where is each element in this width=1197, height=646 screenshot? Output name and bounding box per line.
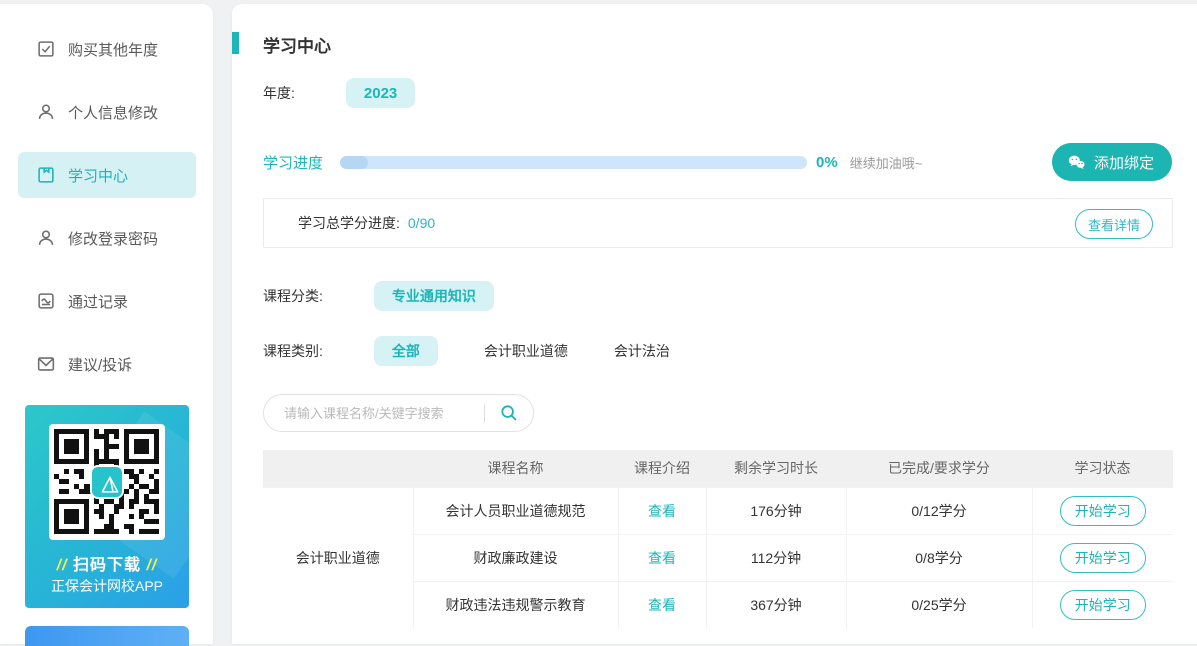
header-status: 学习状态 [1032, 450, 1173, 487]
sidebar-item-change-password[interactable]: 修改登录密码 [18, 215, 196, 261]
sidebar-item-label: 建议/投诉 [68, 354, 132, 375]
add-binding-label: 添加绑定 [1094, 152, 1154, 173]
year-row: 年度: 2023 [263, 78, 1173, 108]
course-category-pill[interactable]: 专业通用知识 [374, 281, 494, 311]
remaining-time-cell: 176分钟 [706, 487, 846, 534]
search-box [263, 394, 534, 432]
course-type-label: 课程类别: [263, 341, 323, 361]
sidebar-item-label: 购买其他年度 [68, 39, 158, 60]
header-course-intro: 课程介绍 [618, 450, 706, 487]
user-icon [35, 227, 57, 249]
progress-bar [340, 156, 807, 169]
sidebar: 购买其他年度 个人信息修改 学习中心 [0, 4, 213, 644]
course-type-option-law[interactable]: 会计法治 [614, 341, 670, 361]
app-download-promo: // 扫码下载 // 正保会计网校APP [25, 405, 189, 608]
app-name-text: 正保会计网校APP [25, 576, 189, 596]
search-input[interactable] [284, 406, 484, 421]
course-type-option-all[interactable]: 全部 [374, 336, 438, 366]
view-course-link[interactable]: 查看 [648, 597, 676, 613]
header-remaining-time: 剩余学习时长 [706, 450, 846, 487]
view-course-link[interactable]: 查看 [648, 503, 676, 519]
credits-cell: 0/25学分 [846, 581, 1032, 628]
progress-row: 学习进度 0% 继续加油哦~ 添加绑定 [263, 143, 1173, 181]
bookmark-icon [35, 164, 57, 186]
sidebar-item-profile-edit[interactable]: 个人信息修改 [18, 89, 196, 135]
course-name-cell: 财政廉政建设 [413, 534, 618, 581]
remaining-time-cell: 112分钟 [706, 534, 846, 581]
table-header-row: 课程名称 课程介绍 剩余学习时长 已完成/要求学分 学习状态 [263, 450, 1173, 487]
slash-decoration: // [57, 557, 68, 574]
qr-code [49, 424, 165, 540]
sidebar-item-learning-center[interactable]: 学习中心 [18, 152, 196, 198]
start-learning-button[interactable]: 开始学习 [1060, 496, 1146, 526]
page-title: 学习中心 [263, 32, 331, 57]
credits-cell: 0/12学分 [846, 487, 1032, 534]
header-course-name: 课程名称 [413, 450, 618, 487]
view-course-link[interactable]: 查看 [648, 550, 676, 566]
course-type-row: 课程类别: 全部 会计职业道德 会计法治 [263, 336, 1173, 366]
search-icon [498, 402, 520, 424]
sidebar-item-pass-records[interactable]: 通过记录 [18, 278, 196, 324]
remaining-time-cell: 367分钟 [706, 581, 846, 628]
progress-label: 学习进度 [263, 152, 340, 173]
progress-message: 继续加油哦~ [850, 153, 923, 172]
progress-bar-fill [340, 156, 368, 169]
sidebar-item-label: 修改登录密码 [68, 228, 158, 249]
sidebar-menu: 购买其他年度 个人信息修改 学习中心 [0, 26, 213, 404]
wechat-icon [1066, 152, 1087, 173]
course-category-row: 课程分类: 专业通用知识 [263, 281, 1173, 311]
table-row: 会计职业道德 会计人员职业道德规范 查看 176分钟 0/12学分 开始学习 [263, 487, 1173, 534]
secondary-promo-banner [25, 626, 189, 646]
sidebar-item-label: 通过记录 [68, 291, 128, 312]
progress-percent: 0% [816, 154, 838, 171]
main-panel: 学习中心 年度: 2023 学习进度 0% 继续加油哦~ [232, 4, 1197, 644]
ballot-check-icon [35, 38, 57, 60]
year-pill[interactable]: 2023 [346, 78, 415, 108]
view-details-button[interactable]: 查看详情 [1075, 209, 1153, 239]
slash-decoration: // [146, 557, 157, 574]
course-name-cell: 财政违法违规警示教育 [413, 581, 618, 628]
sidebar-item-label: 学习中心 [68, 165, 128, 186]
course-group-cell: 会计职业道德 [263, 487, 413, 628]
credit-summary-box: 学习总学分进度: 0/90 查看详情 [263, 198, 1173, 248]
scan-download-text: // 扫码下载 // [25, 551, 189, 575]
user-icon [35, 101, 57, 123]
record-chart-icon [35, 290, 57, 312]
app-logo-icon [90, 465, 124, 499]
header-group [263, 450, 413, 487]
sidebar-item-feedback[interactable]: 建议/投诉 [18, 341, 196, 387]
add-binding-button[interactable]: 添加绑定 [1052, 143, 1172, 181]
start-learning-button[interactable]: 开始学习 [1060, 590, 1146, 620]
course-table: 课程名称 课程介绍 剩余学习时长 已完成/要求学分 学习状态 会计职业道德 会计… [263, 450, 1173, 628]
course-name-cell: 会计人员职业道德规范 [413, 487, 618, 534]
credit-summary-label: 学习总学分进度: [298, 213, 400, 233]
title-accent-bar [232, 32, 239, 54]
header-credits: 已完成/要求学分 [846, 450, 1032, 487]
search-button[interactable] [485, 395, 533, 431]
mail-icon [35, 353, 57, 375]
sidebar-item-label: 个人信息修改 [68, 102, 158, 123]
course-category-label: 课程分类: [263, 286, 323, 306]
credits-cell: 0/8学分 [846, 534, 1032, 581]
course-type-option-ethics[interactable]: 会计职业道德 [484, 341, 568, 361]
search-row [263, 394, 1173, 432]
credit-summary-value: 0/90 [408, 215, 435, 231]
sidebar-item-buy-other-years[interactable]: 购买其他年度 [18, 26, 196, 72]
start-learning-button[interactable]: 开始学习 [1060, 543, 1146, 573]
year-label: 年度: [263, 83, 295, 103]
